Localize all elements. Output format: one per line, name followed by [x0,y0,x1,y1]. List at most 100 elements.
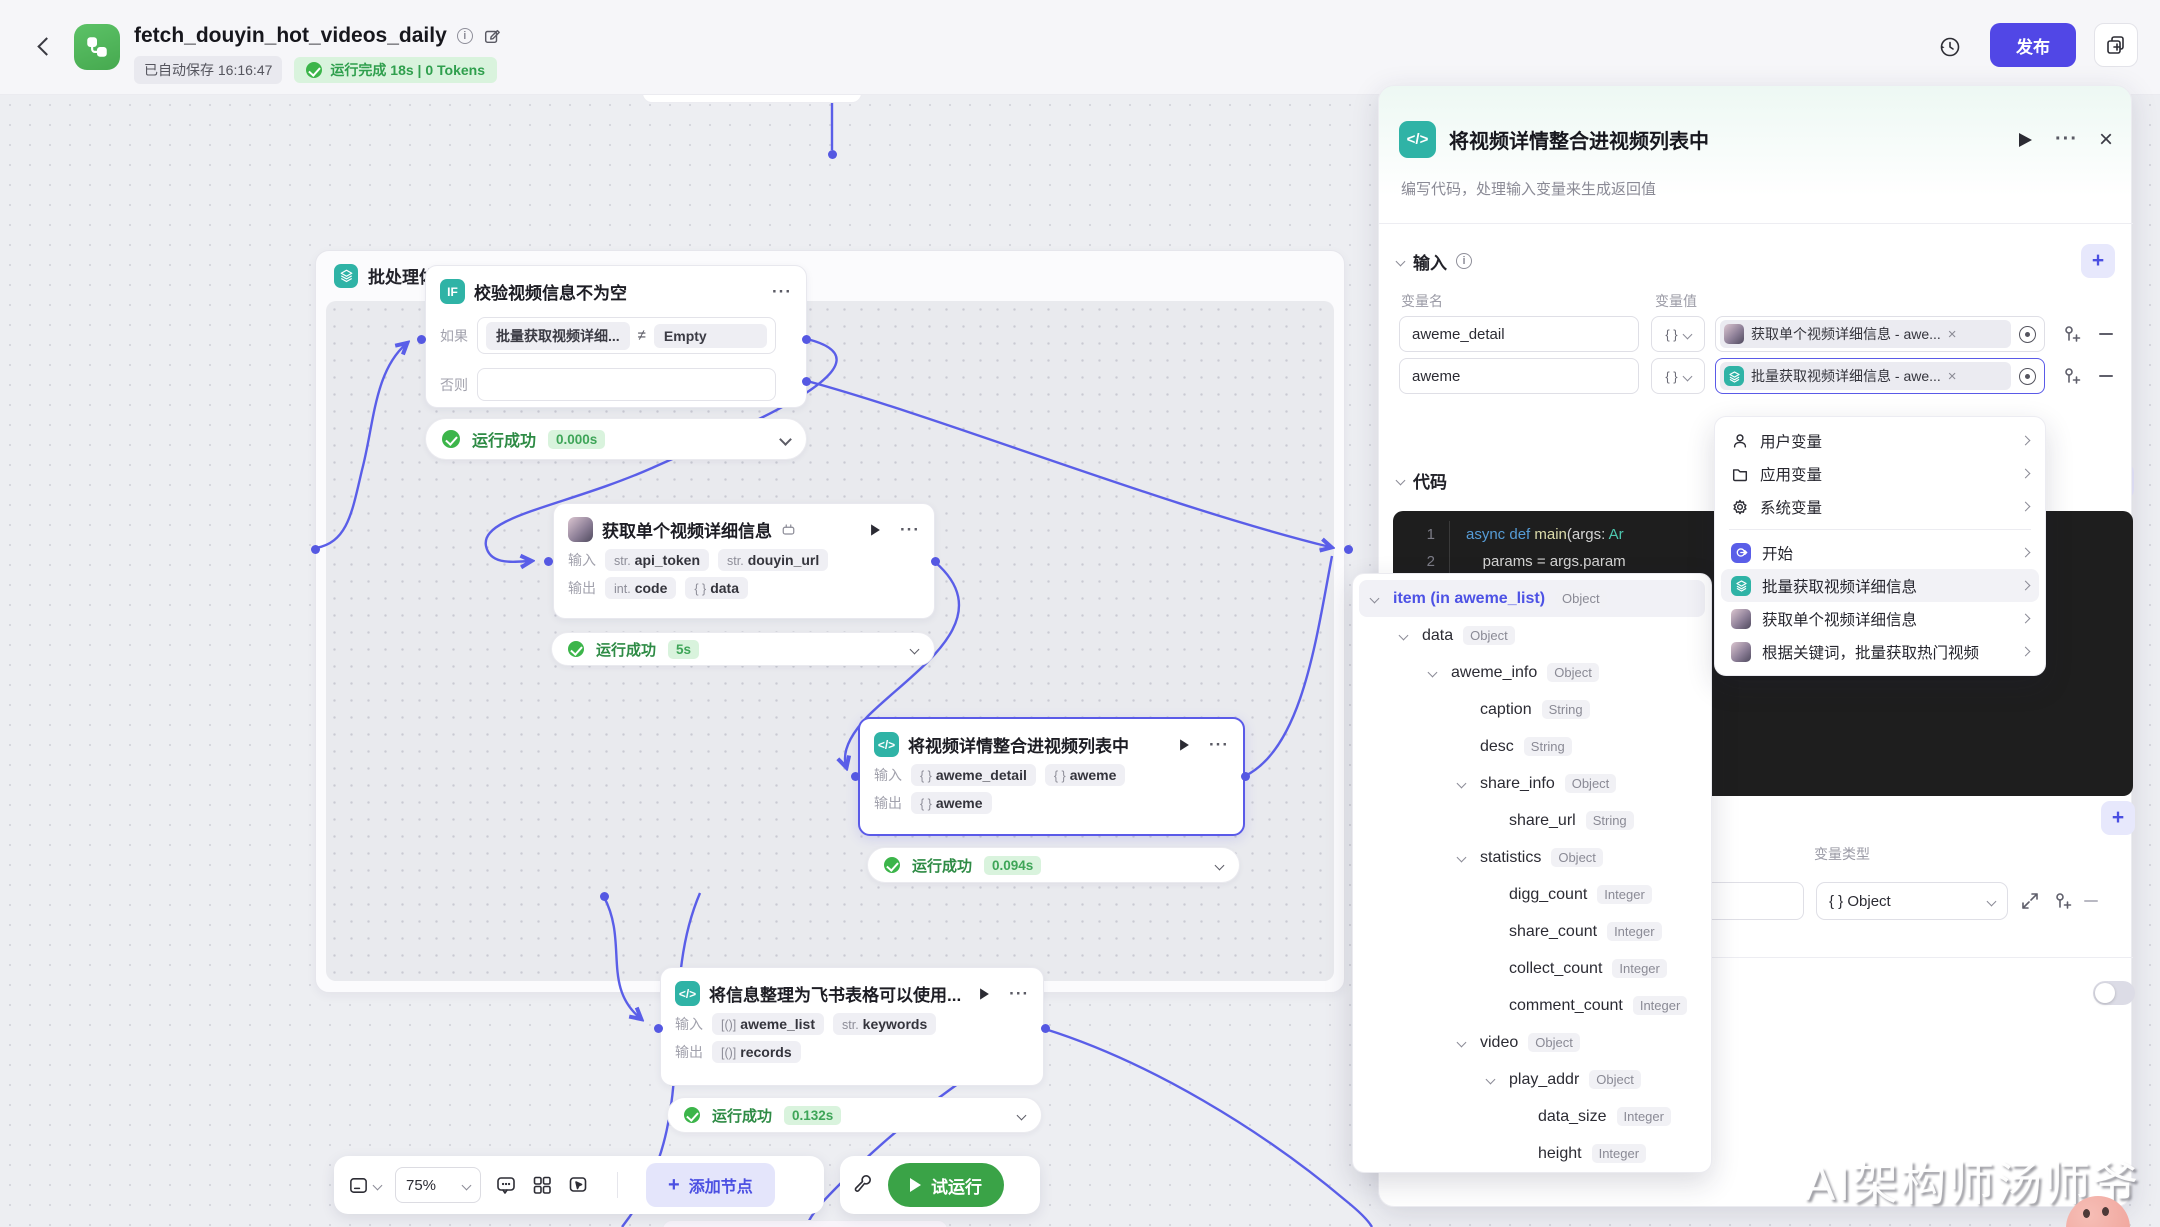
chevron-down-icon[interactable] [1487,1076,1509,1083]
clear-icon[interactable]: × [1948,368,1957,385]
tree-row[interactable]: data_sizeInteger [1359,1098,1705,1135]
target-icon[interactable] [2019,326,2036,343]
condition-right-tag[interactable]: Empty [654,324,767,348]
port-dot[interactable] [802,377,811,386]
port-dot[interactable] [931,557,940,566]
chevron-down-icon[interactable] [1458,1039,1480,1046]
tree-row[interactable]: share_countInteger [1359,913,1705,950]
node-menu-icon[interactable]: ··· [1009,984,1029,1004]
node-menu-icon[interactable]: ··· [772,282,792,302]
tree-row[interactable]: descString [1359,728,1705,765]
if-condition[interactable]: 批量获取视频详细... ≠ Empty [477,317,776,354]
remove-row-icon[interactable] [2084,900,2098,902]
comment-icon[interactable] [495,1174,517,1196]
tree-row[interactable]: share_urlString [1359,802,1705,839]
remove-row-icon[interactable] [2099,333,2113,335]
if-node[interactable]: IF 校验视频信息不为空 ··· 如果 批量获取视频详细... ≠ Empty … [425,265,807,408]
wrench-icon[interactable] [852,1174,874,1196]
tree-row[interactable]: item (in aweme_list)Object [1359,580,1705,617]
tree-row[interactable]: dataObject [1359,617,1705,654]
dropdown-item[interactable]: 批量获取视频详细信息 [1721,569,2039,602]
if-run-status[interactable]: 运行成功 0.000s [425,418,807,460]
link-add-icon[interactable] [2061,324,2081,344]
tree-row[interactable]: collect_countInteger [1359,950,1705,987]
input-value-ref[interactable]: 获取单个视频详细信息 - awe... × [1715,316,2045,352]
input-value-ref-active[interactable]: 批量获取视频详细信息 - awe... × [1715,358,2045,394]
panel-menu-button[interactable]: ··· [2055,128,2078,151]
collapse-icon[interactable] [1396,256,1406,266]
tree-row[interactable]: share_infoObject [1359,765,1705,802]
chevron-down-icon[interactable] [1017,1110,1027,1120]
dropdown-item[interactable]: 获取单个视频详细信息 [1721,602,2039,635]
collapse-icon[interactable] [1396,476,1406,486]
single-video-run-status[interactable]: 运行成功 5s [551,632,935,666]
close-icon[interactable]: × [2099,126,2113,154]
port-dot[interactable] [544,557,553,566]
tree-row[interactable]: captionString [1359,691,1705,728]
clear-icon[interactable]: × [1948,326,1957,343]
condition-left-tag[interactable]: 批量获取视频详细... [486,322,630,350]
tree-row[interactable]: digg_countInteger [1359,876,1705,913]
info-icon[interactable]: i [457,28,473,44]
code-node-run-status[interactable]: 运行成功 0.094s [867,847,1240,883]
layout-icon[interactable] [531,1174,553,1196]
expand-icon[interactable] [2020,891,2040,911]
chevron-down-icon[interactable] [1458,854,1480,861]
input-name-field[interactable]: aweme [1399,358,1639,394]
chevron-down-icon[interactable] [1215,860,1225,870]
port-dot[interactable] [417,335,426,344]
run-node-button[interactable] [2019,133,2032,147]
port-dot[interactable] [1241,772,1250,781]
chevron-down-icon[interactable] [1458,780,1480,787]
port-dot[interactable] [1041,1024,1050,1033]
link-add-icon[interactable] [2061,366,2081,386]
dropdown-item[interactable]: 开始 [1721,536,2039,569]
feishu-node[interactable]: </> 将信息整理为飞书表格可以使用... ··· 输入[()]aweme_li… [660,967,1044,1086]
publish-button[interactable]: 发布 [1990,23,2076,67]
dropdown-item[interactable]: 系统变量 [1721,490,2039,523]
edit-icon[interactable] [483,27,501,45]
dropdown-item[interactable]: 应用变量 [1721,457,2039,490]
chevron-down-icon[interactable] [1400,632,1422,639]
add-node-button[interactable]: + 添加节点 [646,1163,775,1207]
node-menu-icon[interactable]: ··· [900,520,920,540]
operator[interactable]: ≠ [638,327,646,344]
offscreen-node-bottom[interactable] [662,1220,948,1227]
port-dot[interactable] [654,1024,663,1033]
chevron-down-icon[interactable] [1371,595,1393,602]
toggle-switch-off[interactable] [2093,981,2135,1005]
tree-row[interactable]: comment_countInteger [1359,987,1705,1024]
chevron-down-icon[interactable] [779,433,792,446]
tree-row[interactable]: play_addrObject [1359,1061,1705,1098]
chevron-down-icon[interactable] [1429,669,1451,676]
code-node-selected[interactable]: </> 将视频详情整合进视频列表中 ··· 输入{ }aweme_detail{… [858,717,1245,836]
single-video-node[interactable]: 获取单个视频详细信息 ··· 输入str.api_tokenstr.douyin… [553,503,935,619]
port-dot[interactable] [802,335,811,344]
run-complete-badge[interactable]: 运行完成 18s | 0 Tokens [294,57,497,83]
else-condition[interactable] [477,368,776,401]
port-dot[interactable] [311,545,320,554]
target-icon[interactable] [2019,368,2036,385]
tree-row[interactable]: aweme_infoObject [1359,654,1705,691]
port-dot[interactable] [1344,545,1353,554]
chevron-down-icon[interactable] [910,644,920,654]
back-button[interactable] [37,37,55,55]
tree-row[interactable]: heightInteger [1359,1135,1705,1172]
port-dot[interactable] [851,772,860,781]
add-input-button[interactable]: + [2081,244,2115,278]
input-name-field[interactable]: aweme_detail [1399,316,1639,352]
output-type-select[interactable]: { } Object [1816,882,2008,920]
feishu-run-status[interactable]: 运行成功 0.132s [667,1097,1042,1133]
type-brace-select[interactable]: { } [1651,358,1705,394]
link-add-icon[interactable] [2052,891,2072,911]
port-dot[interactable] [600,892,609,901]
dropdown-item[interactable]: 用户变量 [1721,424,2039,457]
remove-row-icon[interactable] [2099,375,2113,377]
tree-row[interactable]: statisticsObject [1359,839,1705,876]
node-run-icon[interactable] [980,988,989,999]
test-run-button[interactable]: 试运行 [888,1163,1004,1207]
open-panel-button[interactable] [2094,23,2138,67]
node-run-icon[interactable] [1180,739,1189,750]
node-menu-icon[interactable]: ··· [1209,735,1229,755]
history-button[interactable] [1930,27,1970,67]
